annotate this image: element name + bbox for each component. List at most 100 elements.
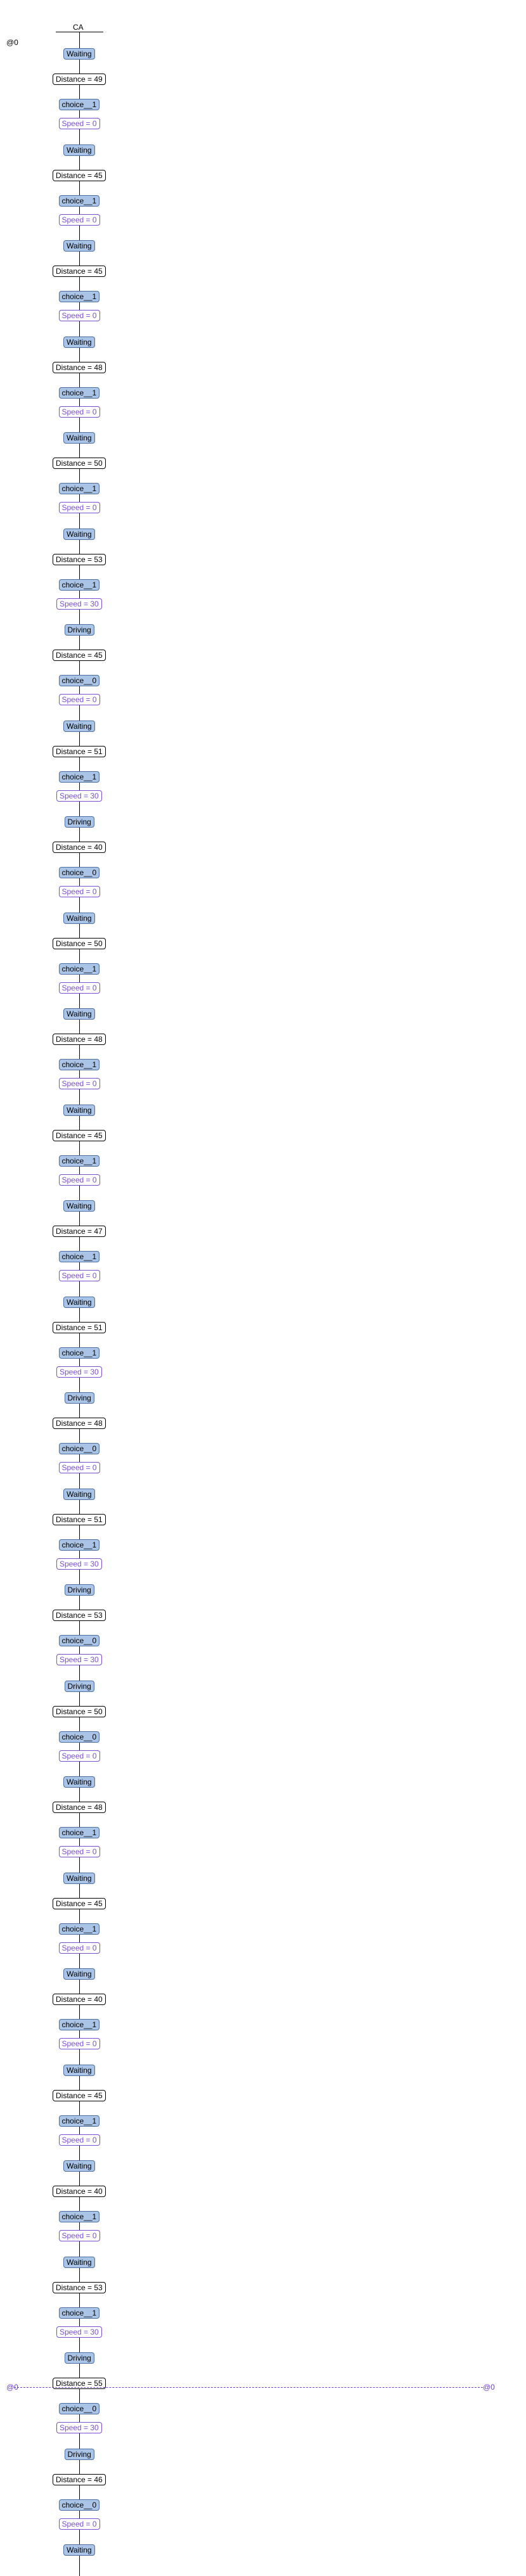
state-node-26: Waiting (63, 2544, 95, 2556)
choice-node-13: choice__1 (58, 1347, 100, 1359)
guard-node-5: Distance = 53 (53, 553, 106, 565)
guard-node-6: Distance = 45 (53, 650, 106, 661)
assign-node-4: Speed = 0 (58, 502, 100, 513)
choice-node-9: choice__1 (58, 963, 100, 975)
marker-line (14, 2387, 483, 2388)
state-node-13: Waiting (63, 1296, 95, 1308)
guard-node-16: Distance = 53 (53, 1610, 106, 1621)
start-clock-label: @0 (6, 38, 18, 47)
assign-node-2: Speed = 0 (58, 310, 100, 321)
choice-node-11: choice__1 (58, 1155, 100, 1167)
choice-node-15: choice__1 (58, 1539, 100, 1551)
choice-node-19: choice__1 (58, 1923, 100, 1935)
state-node-19: Waiting (63, 1872, 95, 1884)
choice-node-5: choice__1 (58, 579, 100, 591)
assign-node-10: Speed = 0 (58, 1078, 100, 1089)
choice-node-1: choice__1 (58, 195, 100, 207)
assign-node-8: Speed = 0 (58, 886, 100, 897)
process-header-ca: CA (73, 23, 84, 32)
guard-node-17: Distance = 50 (53, 1705, 106, 1717)
state-node-23: Waiting (63, 2256, 95, 2268)
guard-node-14: Distance = 48 (53, 1418, 106, 1429)
choice-node-21: choice__1 (58, 2115, 100, 2127)
guard-node-1: Distance = 45 (53, 169, 106, 181)
sequence-diagram: @0 CA Waiting Distance = 49 choice__1 Speed… (0, 0, 526, 2576)
choice-node-7: choice__1 (58, 771, 100, 783)
state-node-17: Driving (64, 1680, 94, 1692)
guard-node-8: Distance = 40 (53, 842, 106, 853)
choice-node-24: choice__0 (58, 2403, 100, 2414)
guard-node-3: Distance = 48 (53, 361, 106, 373)
state-node-10: Waiting (63, 1008, 95, 1020)
assign-node-14: Speed = 0 (58, 1462, 100, 1473)
state-node-9: Waiting (63, 912, 95, 924)
choice-node-12: choice__1 (58, 1251, 100, 1262)
guard-node-19: Distance = 45 (53, 1897, 106, 1909)
guard-node-12: Distance = 47 (53, 1226, 106, 1237)
guard-node-9: Distance = 50 (53, 937, 106, 949)
assign-node-0: Speed = 0 (58, 118, 100, 129)
state-node-25: Driving (64, 2448, 94, 2460)
state-node-0: Waiting (63, 48, 95, 60)
guard-node-20: Distance = 40 (53, 1994, 106, 2005)
state-node-21: Waiting (63, 2064, 95, 2076)
assign-node-3: Speed = 0 (58, 406, 100, 418)
state-node-18: Waiting (63, 1776, 95, 1788)
choice-node-14: choice__0 (58, 1443, 100, 1454)
assign-node-24: Speed = 30 (56, 2422, 102, 2433)
choice-node-6: choice__0 (58, 675, 100, 686)
state-node-14: Driving (64, 1392, 94, 1404)
choice-node-0: choice__1 (58, 99, 100, 110)
state-node-6: Driving (64, 624, 94, 636)
state-node-2: Waiting (63, 240, 95, 252)
assign-node-22: Speed = 0 (58, 2230, 100, 2241)
state-node-4: Waiting (63, 432, 95, 444)
guard-node-22: Distance = 40 (53, 2186, 106, 2197)
choice-node-3: choice__1 (58, 387, 100, 399)
assign-node-25: Speed = 0 (58, 2518, 100, 2530)
state-node-16: Driving (64, 1584, 94, 1596)
state-node-3: Waiting (63, 336, 95, 348)
assign-node-21: Speed = 0 (58, 2134, 100, 2146)
guard-node-10: Distance = 48 (53, 1034, 106, 1045)
state-node-12: Waiting (63, 1200, 95, 1212)
assign-node-16: Speed = 30 (56, 1654, 102, 1665)
guard-node-18: Distance = 48 (53, 1802, 106, 1813)
state-node-8: Driving (64, 816, 94, 828)
assign-node-11: Speed = 0 (58, 1174, 100, 1186)
choice-node-22: choice__1 (58, 2211, 100, 2222)
guard-node-2: Distance = 45 (53, 266, 106, 277)
choice-node-16: choice__0 (58, 1635, 100, 1646)
state-node-5: Waiting (63, 528, 95, 540)
guard-node-7: Distance = 51 (53, 745, 106, 757)
choice-node-23: choice__1 (58, 2307, 100, 2319)
marker-right-label: @0 (483, 2383, 495, 2392)
guard-node-21: Distance = 45 (53, 2089, 106, 2101)
choice-node-2: choice__1 (58, 291, 100, 302)
state-node-1: Waiting (63, 144, 95, 156)
state-node-20: Waiting (63, 1968, 95, 1980)
assign-node-13: Speed = 30 (56, 1366, 102, 1378)
state-node-24: Driving (64, 2352, 94, 2364)
choice-node-17: choice__0 (58, 1731, 100, 1743)
guard-node-13: Distance = 51 (53, 1321, 106, 1333)
guard-node-0: Distance = 49 (53, 74, 106, 85)
state-node-22: Waiting (63, 2160, 95, 2172)
guard-node-25: Distance = 46 (53, 2473, 106, 2485)
assign-node-12: Speed = 0 (58, 1270, 100, 1281)
state-node-15: Waiting (63, 1488, 95, 1500)
choice-node-20: choice__1 (58, 2019, 100, 2030)
choice-node-8: choice__0 (58, 867, 100, 878)
choice-node-18: choice__1 (58, 1827, 100, 1838)
guard-node-11: Distance = 45 (53, 1129, 106, 1141)
assign-node-20: Speed = 0 (58, 2038, 100, 2049)
assign-node-7: Speed = 30 (56, 790, 102, 802)
assign-node-18: Speed = 0 (58, 1846, 100, 1857)
assign-node-6: Speed = 0 (58, 694, 100, 705)
state-node-11: Waiting (63, 1104, 95, 1116)
assign-node-23: Speed = 30 (56, 2326, 102, 2338)
assign-node-19: Speed = 0 (58, 1942, 100, 1954)
assign-node-15: Speed = 30 (56, 1558, 102, 1570)
state-node-7: Waiting (63, 720, 95, 732)
guard-node-23: Distance = 53 (53, 2281, 106, 2293)
